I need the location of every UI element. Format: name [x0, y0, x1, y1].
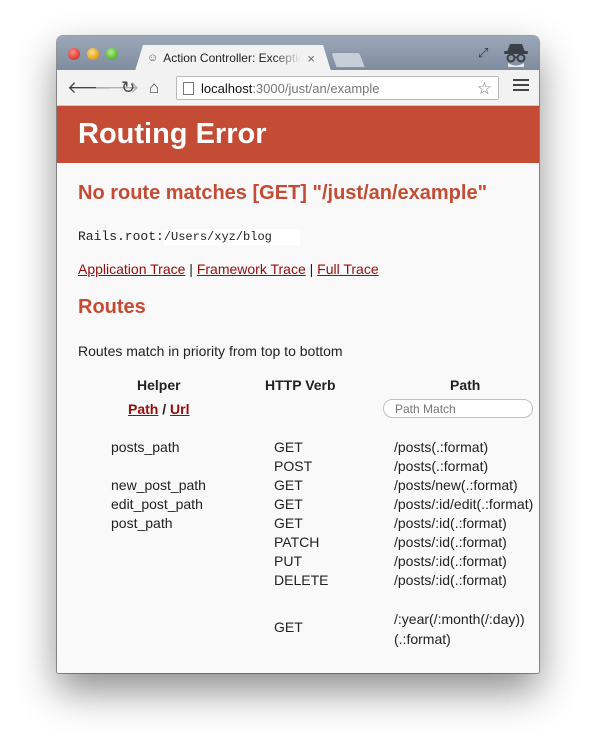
path-url-toggle: Path / Url — [128, 401, 189, 417]
route-path: /posts/:id(.:format) — [394, 534, 507, 550]
route-path: /posts/:id(.:format) — [394, 553, 507, 569]
url-path: :3000/just/an/example — [252, 80, 380, 96]
rails-root: Rails.root:/Users/xyz/blog — [78, 228, 300, 245]
table-row: new_post_path GET /posts/new(.:format) — [57, 477, 539, 496]
column-header-verb: HTTP Verb — [265, 377, 336, 393]
table-row: GET /:year(/:month(/:day)) (.:format) — [57, 609, 539, 649]
browser-menu-icon[interactable] — [513, 79, 529, 94]
incognito-icon — [504, 44, 528, 67]
error-message: No route matches [GET] "/just/an/example… — [78, 182, 488, 204]
route-path: /:year(/:month(/:day)) (.:format) — [394, 609, 525, 649]
route-verb: GET — [274, 439, 303, 455]
table-row: PUT /posts/:id(.:format) — [57, 553, 539, 572]
fullscreen-icon[interactable]: ⤢ — [478, 45, 488, 61]
full-trace-link[interactable]: Full Trace — [317, 261, 378, 277]
route-helper: edit_post_path — [111, 496, 203, 512]
table-row: post_path GET /posts/:id(.:format) — [57, 515, 539, 534]
tab-strip: ☺ Action Controller: Exception × ⤢ — [57, 36, 539, 70]
trace-separator: | — [305, 261, 318, 277]
rails-root-value: /Users/xyz/blog — [163, 229, 300, 245]
route-path: /posts/:id(.:format) — [394, 515, 507, 531]
application-trace-link[interactable]: Application Trace — [78, 261, 185, 277]
route-helper: new_post_path — [111, 477, 206, 493]
browser-tab[interactable]: ☺ Action Controller: Exception × — [135, 45, 331, 71]
toggle-slash: / — [158, 401, 171, 417]
table-row: posts_path GET /posts(.:format) — [57, 439, 539, 458]
path-toggle-link[interactable]: Path — [128, 401, 158, 417]
page-favicon-icon: ☺ — [147, 52, 159, 64]
url-toggle-link[interactable]: Url — [170, 401, 189, 417]
browser-window: ☺ Action Controller: Exception × ⤢ 🡐 🡒 ↻… — [57, 36, 539, 673]
routes-heading: Routes — [78, 296, 146, 318]
route-path: /posts(.:format) — [394, 439, 489, 455]
page-title: Routing Error — [78, 118, 267, 150]
route-path: /posts/:id(.:format) — [394, 572, 507, 588]
error-header: Routing Error — [57, 106, 539, 163]
route-verb: GET — [274, 477, 303, 493]
new-tab-button[interactable] — [330, 52, 366, 68]
bookmark-star-icon[interactable]: ☆ — [477, 79, 492, 99]
route-helper: posts_path — [111, 439, 180, 455]
trace-separator: | — [185, 261, 197, 277]
table-row: DELETE /posts/:id(.:format) — [57, 572, 539, 591]
framework-trace-link[interactable]: Framework Trace — [197, 261, 306, 277]
home-icon[interactable]: ⌂ — [149, 78, 159, 98]
browser-toolbar: 🡐 🡒 ↻ ⌂ localhost:3000/just/an/example ☆ — [57, 70, 539, 106]
routes-description: Routes match in priority from top to bot… — [78, 343, 343, 359]
reload-icon[interactable]: ↻ — [121, 78, 135, 98]
route-path: /posts/:id/edit(.:format) — [394, 496, 534, 512]
route-path: /posts(.:format) — [394, 458, 489, 474]
route-verb: PUT — [274, 553, 302, 569]
route-path: /posts/new(.:format) — [394, 477, 518, 493]
url-host: localhost — [201, 80, 253, 96]
route-verb: DELETE — [274, 572, 329, 588]
column-header-helper: Helper — [137, 377, 181, 393]
route-verb: PATCH — [274, 534, 320, 550]
route-helper: post_path — [111, 515, 173, 531]
minimize-window-button[interactable] — [87, 48, 99, 60]
route-path-line: (.:format) — [394, 631, 451, 647]
rails-root-label: Rails.root: — [78, 229, 164, 244]
tab-title: Action Controller: Exception — [163, 51, 302, 65]
table-row: edit_post_path GET /posts/:id/edit(.:for… — [57, 496, 539, 515]
close-window-button[interactable] — [68, 48, 80, 60]
page-icon — [183, 81, 194, 95]
column-header-path: Path — [450, 377, 481, 393]
tab-close-icon[interactable]: × — [307, 51, 315, 66]
address-bar[interactable]: localhost:3000/just/an/example ☆ — [176, 76, 499, 100]
table-row: PATCH /posts/:id(.:format) — [57, 534, 539, 553]
zoom-window-button[interactable] — [106, 48, 118, 60]
route-verb: GET — [274, 515, 303, 531]
table-row: POST /posts(.:format) — [57, 458, 539, 477]
trace-links: Application Trace | Framework Trace | Fu… — [78, 261, 379, 277]
route-verb: GET — [274, 496, 303, 512]
path-match-input[interactable] — [383, 399, 533, 418]
page-content: Routing Error No route matches [GET] "/j… — [57, 106, 539, 673]
route-verb: GET — [274, 619, 303, 635]
route-path-line: /:year(/:month(/:day)) — [394, 611, 525, 627]
route-verb: POST — [274, 458, 313, 474]
